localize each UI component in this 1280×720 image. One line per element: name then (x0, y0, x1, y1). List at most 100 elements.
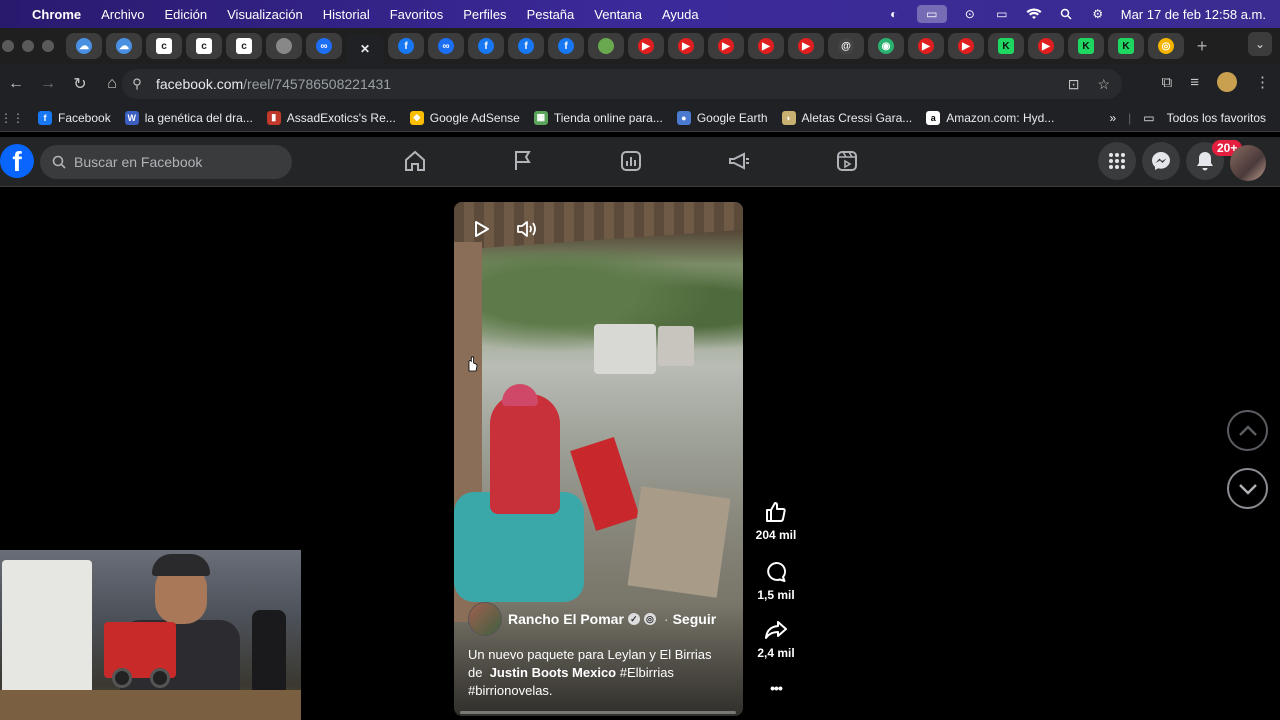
all-favorites-link[interactable]: Todos los favoritos (1167, 111, 1266, 125)
browser-tab[interactable]: f (388, 33, 424, 59)
bookmark-item[interactable]: ● Google Earth (676, 110, 768, 125)
wifi-icon[interactable] (1025, 7, 1043, 21)
reading-list-icon[interactable]: ≡ (1190, 74, 1199, 91)
caption-mention[interactable]: Justin Boots Mexico (490, 665, 616, 680)
menu-ayuda[interactable]: Ayuda (662, 7, 699, 22)
tab-search-button[interactable]: ⌄ (1248, 32, 1272, 56)
author-name[interactable]: Rancho El Pomar (508, 611, 624, 627)
menu-grid-button[interactable] (1098, 142, 1136, 180)
browser-tab[interactable]: ▶ (668, 33, 704, 59)
browser-tab[interactable]: ▶ (788, 33, 824, 59)
install-app-icon[interactable]: ⊡ (1068, 76, 1080, 93)
browser-tab[interactable]: c (226, 33, 262, 59)
close-icon[interactable]: ✕ (357, 41, 373, 57)
volume-icon[interactable] (516, 219, 538, 239)
home-icon[interactable] (403, 149, 427, 173)
menu-edicion[interactable]: Edición (164, 7, 207, 22)
pages-flag-icon[interactable] (511, 149, 535, 173)
menu-visualizacion[interactable]: Visualización (227, 7, 303, 22)
browser-tab[interactable]: @ (828, 33, 864, 59)
vpn-icon[interactable]: ◐ (885, 7, 903, 21)
browser-tab[interactable]: ▶ (708, 33, 744, 59)
apps-icon[interactable]: ⋮⋮ (0, 111, 24, 125)
bookmark-item[interactable]: a Amazon.com: Hyd... (926, 110, 1054, 125)
menubar-datetime[interactable]: Mar 17 de feb 12:58 a.m. (1121, 7, 1266, 22)
account-avatar[interactable] (1230, 145, 1266, 181)
share-action[interactable]: 2,4 mil (748, 618, 804, 660)
bookmark-item[interactable]: ▦ Tienda online para... (533, 110, 663, 125)
reels-icon[interactable] (835, 149, 859, 173)
follow-button[interactable]: Seguir (673, 611, 717, 627)
bookmark-item[interactable]: Wla genética del dra... (124, 110, 253, 125)
facebook-search[interactable]: Buscar en Facebook (40, 145, 292, 179)
video-progress-bar[interactable] (460, 711, 736, 714)
previous-reel-button[interactable] (1227, 410, 1268, 451)
next-reel-button[interactable] (1227, 468, 1268, 509)
battery-icon[interactable]: ▭ (993, 7, 1011, 21)
megaphone-icon[interactable] (727, 149, 751, 173)
site-info-icon[interactable]: ⚲ (122, 76, 152, 92)
menu-archivo[interactable]: Archivo (101, 7, 144, 22)
control-center-icon[interactable]: ⚙ (1089, 7, 1107, 21)
messenger-button[interactable] (1142, 142, 1180, 180)
browser-tab[interactable]: ▶ (908, 33, 944, 59)
insights-icon[interactable] (619, 149, 643, 173)
menu-historial[interactable]: Historial (323, 7, 370, 22)
like-action[interactable]: 204 mil (748, 500, 804, 542)
chrome-menu-icon[interactable]: ⋮ (1255, 73, 1270, 91)
browser-tab[interactable]: ☁ (66, 33, 102, 59)
caption-hashtag-1[interactable]: #Elbirrias (620, 665, 674, 680)
browser-tab[interactable]: ▶ (1028, 33, 1064, 59)
browser-tab[interactable]: K (988, 33, 1024, 59)
close-window-button[interactable] (2, 40, 14, 52)
screen-mirror-icon[interactable]: ▭ (916, 5, 947, 23)
browser-tab[interactable] (588, 33, 624, 59)
menu-pestana[interactable]: Pestaña (527, 7, 575, 22)
browser-tab[interactable]: c (146, 33, 182, 59)
new-tab-button[interactable]: + (1190, 34, 1214, 58)
caption-hashtag-2[interactable]: #birrionovelas. (468, 683, 553, 698)
bookmark-star-icon[interactable]: ☆ (1097, 76, 1110, 93)
extensions-icon[interactable]: ⧉ (1162, 74, 1173, 91)
browser-tab[interactable]: f (548, 33, 584, 59)
menu-favoritos[interactable]: Favoritos (390, 7, 443, 22)
browser-tab[interactable]: ∞ (428, 33, 464, 59)
browser-tab[interactable]: c (186, 33, 222, 59)
facebook-logo[interactable]: f (0, 144, 34, 178)
author-avatar[interactable] (468, 602, 502, 636)
profile-avatar[interactable] (1217, 72, 1237, 92)
forward-button[interactable]: → (32, 68, 64, 100)
menu-app-name[interactable]: Chrome (32, 7, 81, 22)
back-button[interactable]: ← (0, 68, 32, 100)
browser-tab[interactable]: ▶ (948, 33, 984, 59)
menu-ventana[interactable]: Ventana (594, 7, 642, 22)
browser-tab[interactable]: ▶ (628, 33, 664, 59)
bookmark-item[interactable]: f Facebook (38, 110, 111, 125)
zoom-window-button[interactable] (42, 40, 54, 52)
browser-tab[interactable]: ☁ (106, 33, 142, 59)
browser-tab[interactable]: ◎ (1148, 33, 1184, 59)
browser-tab[interactable]: f (508, 33, 544, 59)
browser-tab[interactable]: ◉ (868, 33, 904, 59)
spotlight-search-icon[interactable] (1057, 7, 1075, 21)
browser-tab[interactable] (266, 33, 302, 59)
more-bookmarks-button[interactable]: » (1109, 111, 1116, 125)
more-options-button[interactable]: ••• (748, 680, 804, 696)
active-tab[interactable]: ✕ (346, 34, 384, 64)
browser-tab[interactable]: K (1108, 33, 1144, 59)
play-icon[interactable] (472, 220, 490, 238)
reel-video[interactable]: Rancho El Pomar ✓ ◎ · Seguir Un nuevo pa… (454, 202, 743, 716)
menu-perfiles[interactable]: Perfiles (463, 7, 506, 22)
bookmark-item[interactable]: ◗ Aletas Cressi Gara... (781, 110, 912, 125)
bookmark-item[interactable]: ▮ AssadExotics's Re... (266, 110, 396, 125)
play-circle-icon[interactable]: ⊙ (961, 7, 979, 21)
minimize-window-button[interactable] (22, 40, 34, 52)
comment-action[interactable]: 1,5 mil (748, 560, 804, 602)
reload-button[interactable]: ↻ (64, 68, 96, 100)
browser-tab[interactable]: K (1068, 33, 1104, 59)
address-bar[interactable]: ⚲ facebook.com/reel/745786508221431 ⊡ ☆ (122, 69, 1122, 99)
browser-tab[interactable]: ▶ (748, 33, 784, 59)
browser-tab[interactable]: ∞ (306, 33, 342, 59)
browser-tab[interactable]: f (468, 33, 504, 59)
bookmark-item[interactable]: ◆ Google AdSense (409, 110, 520, 125)
